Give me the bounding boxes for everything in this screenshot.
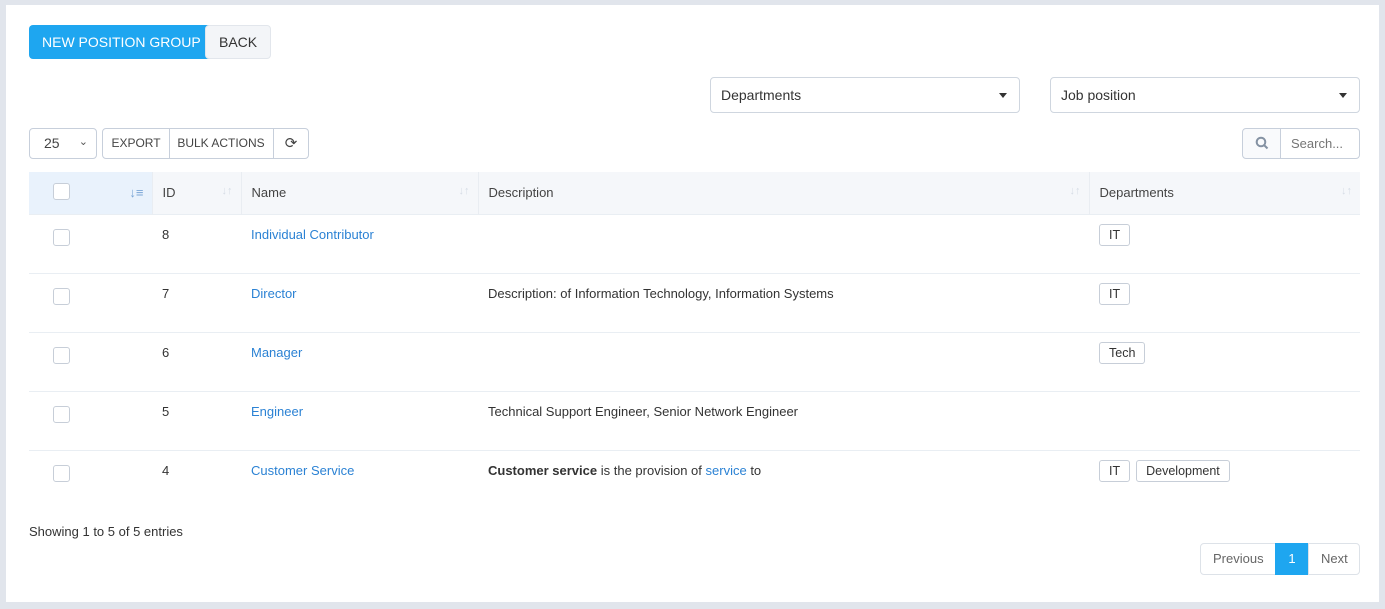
select-all-header: ↓≡ [29,172,153,214]
search-button[interactable] [1242,128,1281,159]
export-button[interactable]: EXPORT [102,128,170,159]
search-icon [1255,136,1268,150]
column-label: Name [251,185,287,201]
name-link[interactable]: Manager [251,345,302,360]
id-cell: 8 [152,213,241,273]
description-text: Description: of Information Technology, … [488,285,834,301]
departments-cell: Tech [1089,331,1360,391]
column-header-departments[interactable]: Departments ↓↑ [1089,172,1360,214]
search-input[interactable] [1280,128,1360,159]
department-tag: IT [1099,223,1131,246]
column-label: ID [162,185,176,201]
name-link[interactable]: Individual Contributor [251,227,374,242]
department-tag: Tech [1099,341,1146,364]
description-cell: Description: of Information Technology, … [478,272,1089,332]
bulk-actions-button[interactable]: BULK ACTIONS [169,128,274,159]
description-bold: Customer service [488,462,598,478]
column-label: Description [488,185,554,201]
departments-cell: IT [1089,272,1360,332]
sort-icon: ↓↑ [1341,185,1352,197]
caret-down-icon [999,93,1007,98]
job-position-filter-label: Job position [1061,87,1136,103]
name-link[interactable]: Customer Service [251,463,354,478]
description-link[interactable]: service [706,463,747,478]
table-row: 4 Customer Service Customer service is t… [29,449,1360,509]
row-checkbox[interactable] [53,287,70,305]
department-tag: IT [1099,459,1131,482]
back-button[interactable]: BACK [205,25,272,59]
description-text: is the provision of [597,462,706,478]
departments-filter-label: Departments [721,87,802,103]
departments-filter[interactable]: Departments [710,77,1020,113]
row-checkbox[interactable] [53,228,70,246]
page-size-select[interactable]: 25 ⌄ [29,128,97,159]
description-text: to [746,462,762,478]
description-cell [478,213,1089,273]
description-text: Technical Support Engineer, Senior Netwo… [488,403,799,419]
previous-page-button[interactable]: Previous [1200,543,1277,575]
row-checkbox[interactable] [53,405,70,423]
id-cell: 5 [152,390,241,450]
departments-cell [1089,390,1360,450]
entries-info: Showing 1 to 5 of 5 entries [29,524,183,539]
sort-icon: ↓↑ [458,185,470,197]
name-link[interactable]: Director [251,286,297,301]
caret-down-icon [1339,93,1347,98]
table-row: 6 Manager Tech [29,331,1360,391]
department-tag: IT [1099,282,1131,305]
row-checkbox[interactable] [53,464,70,482]
sort-icon: ↓↑ [1069,185,1081,197]
select-all-checkbox[interactable] [53,182,70,200]
row-checkbox[interactable] [53,346,70,364]
column-header-id[interactable]: ID ↓↑ [152,172,242,214]
refresh-button[interactable]: ⟳ [273,128,309,159]
departments-cell: IT [1089,213,1360,273]
id-cell: 6 [152,331,241,391]
next-page-button[interactable]: Next [1308,543,1360,575]
page-size-value: 25 [44,135,60,151]
name-link[interactable]: Engineer [251,404,303,419]
column-header-name[interactable]: Name ↓↑ [241,172,479,214]
sort-icon[interactable]: ↓≡ [129,185,143,200]
column-header-description[interactable]: Description ↓↑ [478,172,1090,214]
refresh-icon: ⟳ [284,135,298,152]
id-cell: 4 [152,449,241,509]
departments-cell: IT Development [1089,449,1360,509]
chevron-down-icon: ⌄ [78,136,88,148]
new-position-group-button[interactable]: NEW POSITION GROUP [29,25,214,59]
column-label: Departments [1099,185,1174,201]
description-cell: Technical Support Engineer, Senior Netwo… [478,390,1089,450]
description-cell [478,331,1089,391]
table-row: 7 Director Description: of Information T… [29,272,1360,332]
table-row: 8 Individual Contributor IT [29,213,1360,273]
department-tag: Development [1136,459,1230,482]
id-cell: 7 [152,272,241,332]
position-groups-table: ↓≡ ID ↓↑ Name ↓↑ Description ↓↑ Departments… [29,172,1360,509]
description-cell: Customer service is the provision of ser… [478,449,1089,509]
job-position-filter[interactable]: Job position [1050,77,1360,113]
page-1-button[interactable]: 1 [1275,543,1309,575]
sort-icon: ↓↑ [221,185,233,197]
table-row: 5 Engineer Technical Support Engineer, S… [29,390,1360,450]
main-card: NEW POSITION GROUP BACK Departments Job … [6,5,1379,602]
